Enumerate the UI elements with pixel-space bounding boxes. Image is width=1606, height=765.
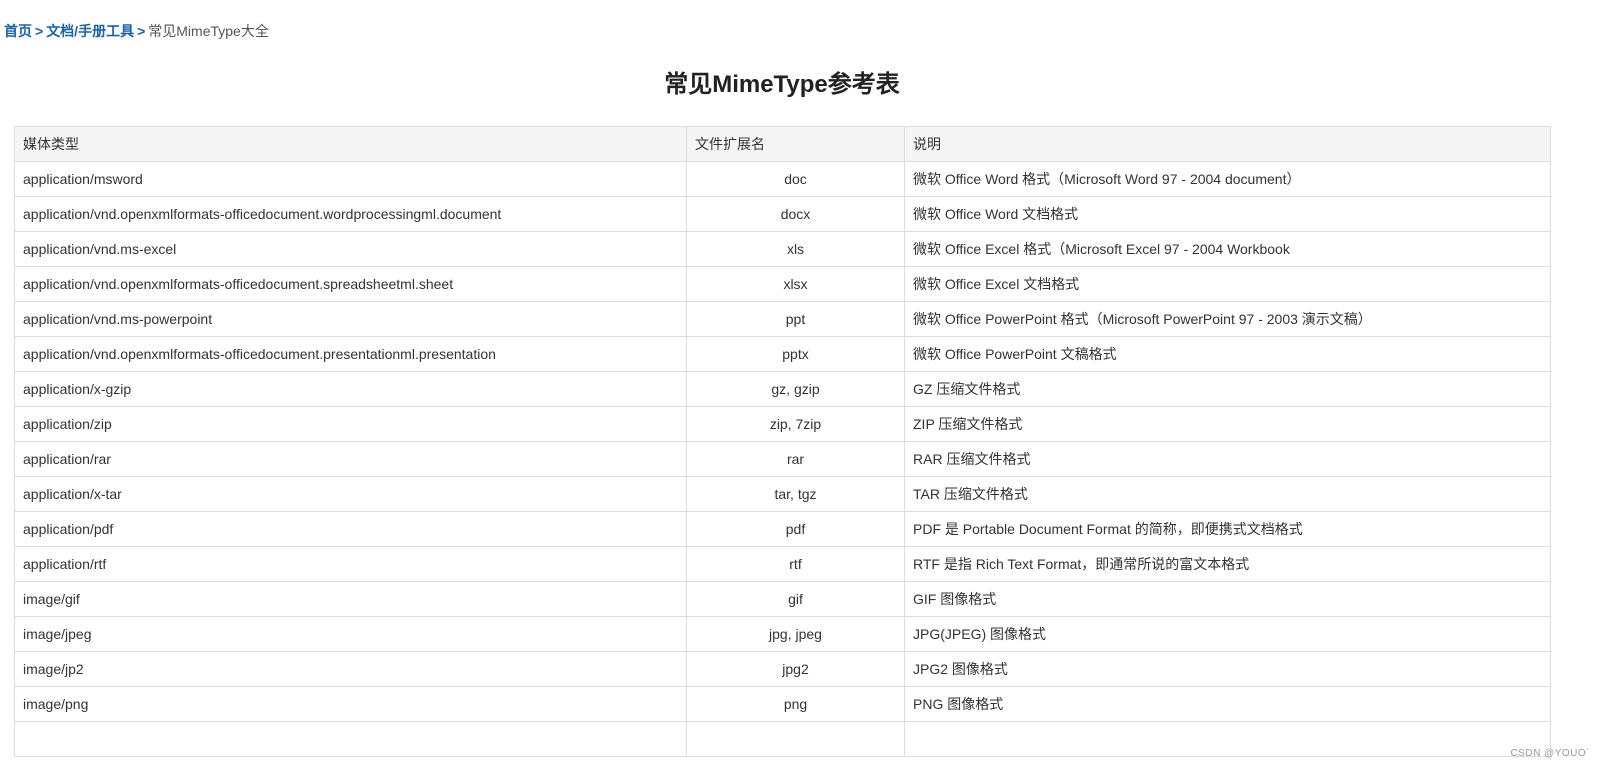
column-header-description: 说明 bbox=[904, 126, 1551, 162]
media-type-cell: application/rtf bbox=[14, 546, 687, 582]
page: 首页 > 文档/手册工具 > 常见MimeType大全 常见MimeType参考表 媒体… bbox=[0, 0, 1606, 765]
media-type-cell: application/vnd.ms-powerpoint bbox=[14, 301, 687, 337]
breadcrumb-current: 常见MimeType大全 bbox=[148, 23, 269, 39]
table-body: application/msword doc 微软 Office Word 格式（M… bbox=[14, 161, 1551, 757]
table-header: 媒体类型 文件扩展名 说明 bbox=[14, 126, 1551, 162]
media-type-cell: application/vnd.openxmlformats-officedoc… bbox=[14, 196, 687, 232]
table-header-row: 媒体类型 文件扩展名 说明 bbox=[14, 126, 1551, 162]
media-type-cell: application/x-gzip bbox=[14, 371, 687, 407]
column-header-extension: 文件扩展名 bbox=[686, 126, 905, 162]
table-row: application/rtf rtf RTF 是指 Rich Text Forma… bbox=[14, 546, 1551, 582]
description-cell: RTF 是指 Rich Text Format，即通常所说的富文本格式 bbox=[904, 546, 1551, 582]
description-cell: RAR 压缩文件格式 bbox=[904, 441, 1551, 477]
description-cell: GIF 图像格式 bbox=[904, 581, 1551, 617]
media-type-cell: application/vnd.ms-excel bbox=[14, 231, 687, 267]
extension-cell: rtf bbox=[686, 546, 905, 582]
extension-cell: pptx bbox=[686, 336, 905, 372]
media-type-cell bbox=[14, 721, 687, 757]
description-cell: 微软 Office Word 文档格式 bbox=[904, 196, 1551, 232]
table-row: application/x-gzip gz, gzip GZ 压缩文件格式 bbox=[14, 371, 1551, 407]
table-row: application/vnd.ms-excel xls 微软 Office Exc… bbox=[14, 231, 1551, 267]
description-cell: PNG 图像格式 bbox=[904, 686, 1551, 722]
table-row: application/pdf pdf PDF 是 Portable Documen… bbox=[14, 511, 1551, 547]
description-cell: 微软 Office PowerPoint 格式（Microsoft PowerP… bbox=[904, 301, 1551, 337]
mime-type-table: 媒体类型 文件扩展名 说明 application/msword doc 微软 Of… bbox=[14, 126, 1551, 757]
description-cell bbox=[904, 721, 1551, 757]
description-cell: JPG2 图像格式 bbox=[904, 651, 1551, 687]
description-cell: TAR 压缩文件格式 bbox=[904, 476, 1551, 512]
breadcrumb-category-link[interactable]: 文档/手册工具 bbox=[46, 23, 134, 39]
description-cell: 微软 Office Excel 格式（Microsoft Excel 97 - … bbox=[904, 231, 1551, 267]
table-row: application/vnd.openxmlformats-officedoc… bbox=[14, 266, 1551, 302]
page-title: 常见MimeType参考表 bbox=[664, 71, 900, 98]
table-row: image/jp2 jpg2 JPG2 图像格式 bbox=[14, 651, 1551, 687]
media-type-cell: application/pdf bbox=[14, 511, 687, 547]
description-cell: JPG(JPEG) 图像格式 bbox=[904, 616, 1551, 652]
description-cell: GZ 压缩文件格式 bbox=[904, 371, 1551, 407]
extension-cell: xls bbox=[686, 231, 905, 267]
extension-cell bbox=[686, 721, 905, 757]
description-cell: 微软 Office PowerPoint 文稿格式 bbox=[904, 336, 1551, 372]
table-row bbox=[14, 721, 1551, 757]
table-row: application/vnd.ms-powerpoint ppt 微软 Offic… bbox=[14, 301, 1551, 337]
extension-cell: gif bbox=[686, 581, 905, 617]
extension-cell: zip, 7zip bbox=[686, 406, 905, 442]
watermark: CSDN @YOUO` bbox=[1510, 748, 1590, 759]
table-row: application/vnd.openxmlformats-officedoc… bbox=[14, 336, 1551, 372]
breadcrumb-separator: > bbox=[137, 23, 146, 39]
table-row: application/zip zip, 7zip ZIP 压缩文件格式 bbox=[14, 406, 1551, 442]
media-type-cell: application/msword bbox=[14, 161, 687, 197]
media-type-cell: application/rar bbox=[14, 441, 687, 477]
description-cell: ZIP 压缩文件格式 bbox=[904, 406, 1551, 442]
table-row: image/jpeg jpg, jpeg JPG(JPEG) 图像格式 bbox=[14, 616, 1551, 652]
media-type-cell: image/png bbox=[14, 686, 687, 722]
extension-cell: docx bbox=[686, 196, 905, 232]
extension-cell: pdf bbox=[686, 511, 905, 547]
table-row: image/gif gif GIF 图像格式 bbox=[14, 581, 1551, 617]
media-type-cell: application/zip bbox=[14, 406, 687, 442]
table-row: application/vnd.openxmlformats-officedoc… bbox=[14, 196, 1551, 232]
media-type-cell: application/vnd.openxmlformats-officedoc… bbox=[14, 266, 687, 302]
table-row: image/png png PNG 图像格式 bbox=[14, 686, 1551, 722]
extension-cell: png bbox=[686, 686, 905, 722]
extension-cell: doc bbox=[686, 161, 905, 197]
description-cell: PDF 是 Portable Document Format 的简称，即便携式文… bbox=[904, 511, 1551, 547]
description-cell: 微软 Office Excel 文档格式 bbox=[904, 266, 1551, 302]
extension-cell: gz, gzip bbox=[686, 371, 905, 407]
description-cell: 微软 Office Word 格式（Microsoft Word 97 - 20… bbox=[904, 161, 1551, 197]
extension-cell: rar bbox=[686, 441, 905, 477]
table-row: application/rar rar RAR 压缩文件格式 bbox=[14, 441, 1551, 477]
column-header-media-type: 媒体类型 bbox=[14, 126, 687, 162]
table-row: application/msword doc 微软 Office Word 格式（M… bbox=[14, 161, 1551, 197]
extension-cell: tar, tgz bbox=[686, 476, 905, 512]
extension-cell: ppt bbox=[686, 301, 905, 337]
media-type-cell: image/gif bbox=[14, 581, 687, 617]
breadcrumb-separator: > bbox=[35, 23, 44, 39]
breadcrumb: 首页 > 文档/手册工具 > 常见MimeType大全 bbox=[4, 22, 269, 40]
media-type-cell: application/x-tar bbox=[14, 476, 687, 512]
extension-cell: jpg2 bbox=[686, 651, 905, 687]
media-type-cell: image/jp2 bbox=[14, 651, 687, 687]
extension-cell: jpg, jpeg bbox=[686, 616, 905, 652]
media-type-cell: application/vnd.openxmlformats-officedoc… bbox=[14, 336, 687, 372]
breadcrumb-home-link[interactable]: 首页 bbox=[4, 23, 32, 39]
table-row: application/x-tar tar, tgz TAR 压缩文件格式 bbox=[14, 476, 1551, 512]
media-type-cell: image/jpeg bbox=[14, 616, 687, 652]
extension-cell: xlsx bbox=[686, 266, 905, 302]
